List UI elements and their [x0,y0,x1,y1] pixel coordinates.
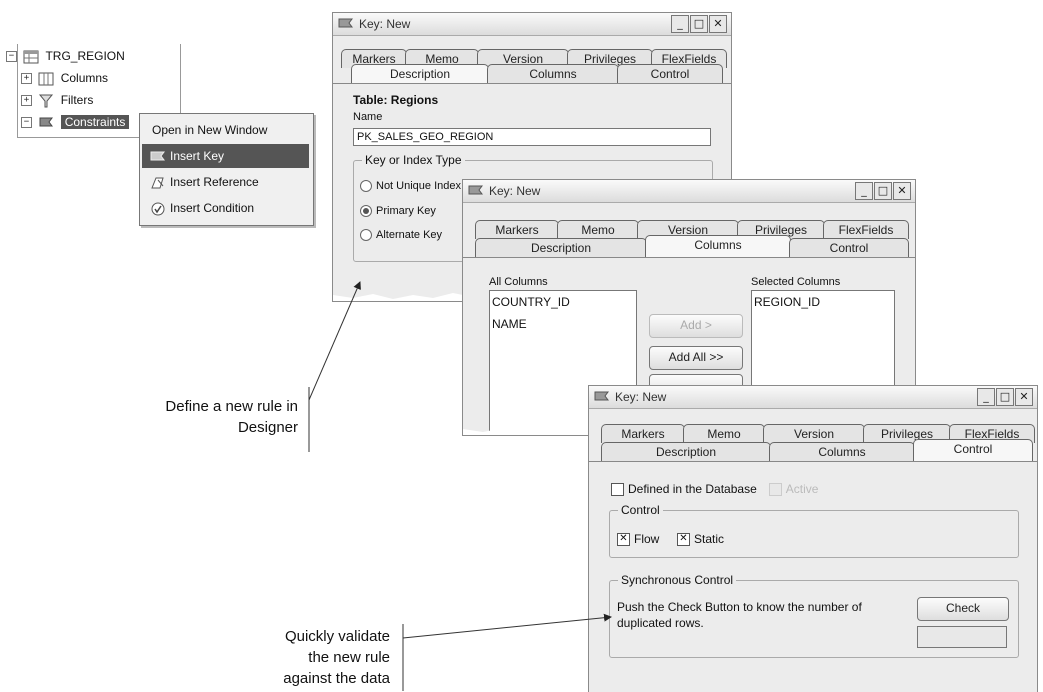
callout-arrow-2 [402,613,612,639]
callout-arrow-1 [308,281,361,401]
callout-lines [308,281,612,691]
